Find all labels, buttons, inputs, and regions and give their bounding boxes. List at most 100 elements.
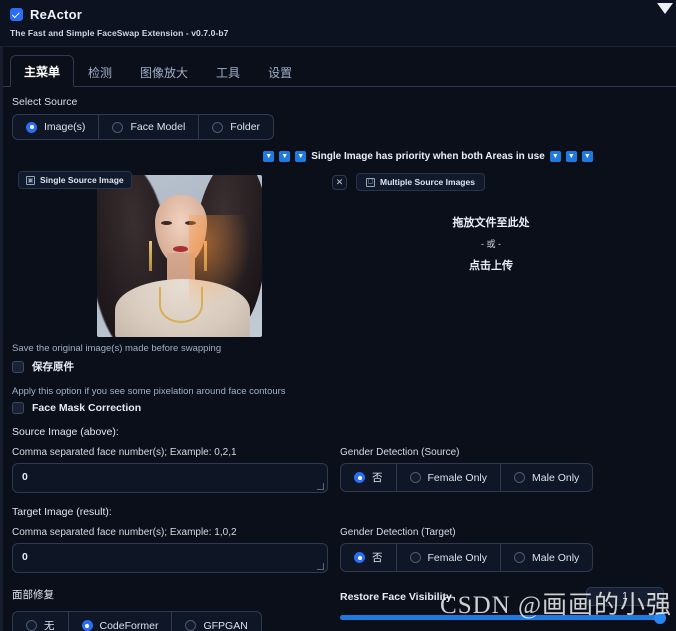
multiple-source-images-tag: 🗋 Multiple Source Images [356, 173, 485, 191]
face-restore-codeformer[interactable]: CodeFormer [69, 612, 173, 631]
chevron-down-icon[interactable] [657, 3, 673, 14]
arrow-down-icon: ▼ [279, 151, 291, 162]
enable-checkbox[interactable] [10, 8, 23, 21]
single-source-image-tag: ▣ Single Source Image [18, 171, 132, 189]
face-restore-none[interactable]: 无 [13, 612, 69, 631]
gender-source-female[interactable]: Female Only [397, 464, 502, 491]
accordion-title-row: ReActor [10, 7, 666, 22]
radio-label-folder: Folder [230, 121, 261, 133]
face-mask-checkbox[interactable] [12, 402, 24, 414]
radio-folder[interactable]: Folder [199, 115, 273, 139]
priority-banner: ▼ ▼ ▼ Single Image has priority when bot… [12, 151, 664, 162]
radio-images[interactable]: Image(s) [13, 115, 100, 139]
slider-knob[interactable] [654, 611, 666, 624]
photo-detail [161, 221, 172, 225]
file-icon: 🗋 [366, 177, 375, 187]
restore-visibility-slider[interactable] [340, 611, 666, 624]
gender-target-male-label: Male Only [532, 551, 580, 564]
source-face-numbers-value: 0 [22, 471, 28, 483]
gender-source-none[interactable]: 否 [341, 464, 397, 491]
resize-handle-icon[interactable] [317, 483, 324, 490]
select-source-radio-group: Image(s) Face Model Folder [12, 114, 275, 140]
tab-settings[interactable]: 设置 [254, 56, 306, 87]
gender-source-male[interactable]: Male Only [501, 464, 592, 491]
gender-target-radio-group: 否 Female Only Male Only [340, 543, 594, 572]
upload-dropzone[interactable]: 拖放文件至此处 - 或 - 点击上传 [318, 214, 664, 273]
extension-subtitle: The Fast and Simple FaceSwap Extension -… [10, 28, 229, 38]
radio-dot-none [354, 552, 365, 563]
target-face-numbers-input[interactable]: 0 [12, 543, 328, 573]
face-restore-col: 面部修复 无 CodeFormer GFPGAN [12, 587, 340, 631]
target-face-numbers-value: 0 [22, 551, 28, 563]
radio-dot-female [409, 552, 421, 563]
single-source-image-pane[interactable]: ▣ Single Source Image [12, 168, 318, 343]
radio-face-model[interactable]: Face Model [99, 115, 200, 139]
face-mask-row[interactable]: Face Mask Correction [12, 402, 664, 414]
radio-dot-male [514, 472, 526, 483]
radio-dot-gfpgan [185, 620, 197, 631]
upload-click-text[interactable]: 点击上传 [318, 257, 664, 273]
target-image-title: Target Image (result): [12, 506, 112, 518]
single-source-image-label: Single Source Image [40, 175, 124, 185]
arrow-down-icon: ▼ [565, 151, 577, 162]
target-image-section: Target Image (result): Comma separated f… [12, 506, 664, 573]
gender-target-none[interactable]: 否 [341, 544, 397, 571]
gender-source-female-label: Female Only [427, 471, 488, 484]
target-gender-col: . Gender Detection (Target) 否 Female Onl… [340, 506, 664, 573]
restore-visibility-label: Restore Face Visibility [340, 590, 452, 603]
tab-upscale[interactable]: 图像放大 [126, 56, 202, 87]
priority-text: Single Image has priority when both Area… [311, 151, 545, 162]
radio-dot-folder [212, 121, 224, 133]
accordion-header[interactable]: ReActor The Fast and Simple FaceSwap Ext… [0, 0, 676, 47]
source-image-title: Source Image (above): [12, 426, 119, 438]
save-original-row[interactable]: 保存原件 [12, 359, 664, 374]
source-image-section: Source Image (above): Comma separated fa… [12, 426, 664, 493]
select-source-label: Select Source [12, 96, 78, 108]
radio-dot-codeformer [81, 620, 93, 631]
page-title: ReActor [30, 7, 82, 22]
tab-bar: 主菜单 检测 图像放大 工具 设置 [0, 47, 676, 87]
arrow-down-icon: ▼ [581, 151, 593, 162]
face-mask-hint: Apply this option if you see some pixela… [12, 386, 286, 397]
tab-detection[interactable]: 检测 [74, 56, 126, 87]
source-image-preview[interactable] [97, 175, 262, 337]
main-body: Select Source Image(s) Face Model Folder… [0, 87, 676, 631]
photo-detail [149, 241, 152, 271]
restore-visibility-value[interactable]: 1 [586, 587, 664, 606]
multiple-source-images-pane[interactable]: ✕ 🗋 Multiple Source Images 拖放文件至此处 - 或 -… [318, 168, 664, 343]
image-icon: ▣ [26, 175, 35, 185]
restore-visibility-header: Restore Face Visibility 1 [340, 587, 664, 606]
radio-dot-images [26, 121, 37, 133]
face-restore-codeformer-label: CodeFormer [99, 619, 159, 631]
tab-tools[interactable]: 工具 [202, 56, 254, 87]
gender-source-radio-group: 否 Female Only Male Only [340, 463, 594, 492]
gender-target-female[interactable]: Female Only [397, 544, 502, 571]
gender-target-none-label: 否 [372, 552, 383, 564]
upload-drop-text: 拖放文件至此处 [452, 217, 530, 229]
close-icon[interactable]: ✕ [332, 175, 347, 190]
multiple-source-images-label: Multiple Source Images [380, 177, 475, 187]
radio-dot-female [409, 472, 421, 483]
gender-source-none-label: 否 [372, 472, 383, 484]
save-original-checkbox[interactable] [12, 360, 24, 373]
save-original-hint: Save the original image(s) made before s… [12, 343, 222, 354]
gender-target-male[interactable]: Male Only [501, 544, 592, 571]
radio-dot-none [26, 620, 37, 631]
radio-dot-male [514, 552, 526, 563]
photo-detail [189, 215, 251, 311]
arrow-down-icon: ▼ [263, 151, 275, 162]
save-original-label: 保存原件 [32, 361, 74, 373]
tab-main-menu[interactable]: 主菜单 [10, 55, 75, 87]
face-restore-gfpgan[interactable]: GFPGAN [172, 612, 260, 631]
radio-dot-none [354, 472, 365, 483]
left-edge-strip [0, 0, 3, 631]
arrow-down-icon: ▼ [549, 151, 561, 162]
source-panes: ▣ Single Source Image ✕ 🗋 Multiple Sourc… [12, 168, 664, 343]
source-face-numbers-input[interactable]: 0 [12, 463, 328, 493]
face-restore-gfpgan-label: GFPGAN [203, 619, 248, 631]
gender-target-female-label: Female Only [427, 551, 488, 564]
source-face-numbers-label: Comma separated face number(s); Example:… [12, 447, 237, 458]
resize-handle-icon[interactable] [317, 563, 324, 570]
face-restore-title: 面部修复 [12, 589, 54, 601]
source-image-left-col: Source Image (above): Comma separated fa… [12, 426, 340, 493]
